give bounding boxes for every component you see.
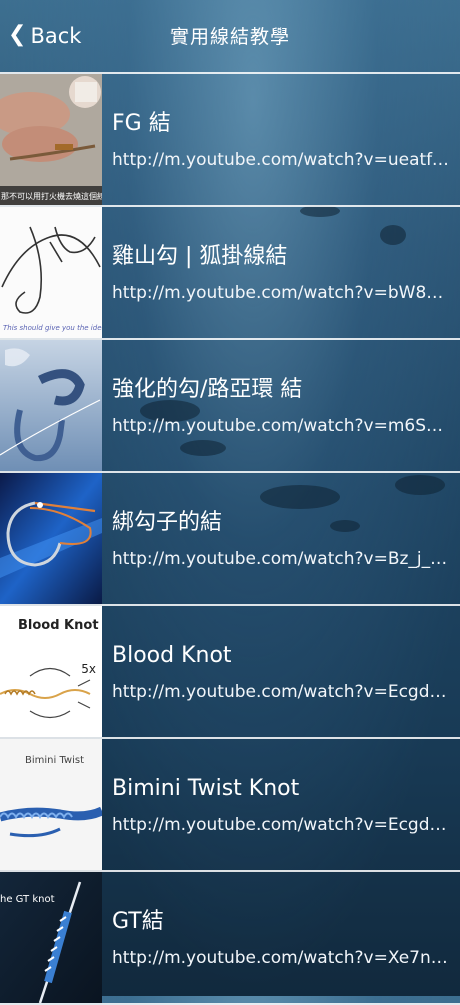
item-title: GT結: [112, 908, 164, 934]
thumbnail-caption: Bimini Twist: [25, 755, 84, 766]
back-label: Back: [30, 24, 82, 48]
item-title: FG 結: [112, 110, 171, 136]
item-title: Bimini Twist Knot: [112, 775, 300, 801]
item-url: http://m.youtube.com/watch?v=EcgdAS...: [112, 814, 460, 835]
item-url: http://m.youtube.com/watch?v=Bz_j_DD...: [112, 548, 460, 569]
back-button[interactable]: ❮ Back: [8, 18, 81, 54]
item-title: 雞山勾 | 狐掛線結: [112, 243, 288, 269]
thumbnail-caption: This should give you the idea.: [3, 324, 102, 332]
item-url: http://m.youtube.com/watch?v=m6SvM...: [112, 415, 460, 436]
thumbnail-badge: 5x: [81, 662, 96, 676]
video-thumbnail: This should give you the idea.: [0, 207, 102, 338]
video-thumbnail: he GT knot: [0, 872, 102, 1003]
chevron-left-icon: ❮: [8, 22, 27, 47]
item-url: http://m.youtube.com/watch?v=EcgdAS...: [112, 681, 460, 702]
list-item[interactable]: 那不可以用打火機去燒這個線 FG 結 http://m.youtube.com/…: [0, 72, 460, 207]
video-thumbnail: 那不可以用打火機去燒這個線: [0, 74, 102, 205]
thumbnail-caption: he GT knot: [0, 894, 55, 905]
list-item[interactable]: 綁勾子的結 http://m.youtube.com/watch?v=Bz_j_…: [0, 473, 460, 606]
item-title: 強化的勾/路亞環 結: [112, 376, 303, 402]
thumbnail-caption: Blood Knot: [18, 618, 99, 633]
list-item[interactable]: 強化的勾/路亞環 結 http://m.youtube.com/watch?v=…: [0, 340, 460, 473]
list-item[interactable]: Blood Knot 5x Blood Knot http://m.youtub…: [0, 606, 460, 739]
video-thumbnail: [0, 473, 102, 604]
page-title: 實用線結教學: [169, 25, 290, 48]
list-item[interactable]: he GT knot GT結 http://m.youtube.com/watc…: [0, 872, 460, 1005]
item-url: http://m.youtube.com/watch?v=Xe7nG9...: [112, 947, 460, 968]
thumbnail-caption: 那不可以用打火機去燒這個線: [1, 192, 102, 201]
item-url: http://m.youtube.com/watch?v=ueatfyzi...: [112, 149, 460, 170]
video-thumbnail: Blood Knot 5x: [0, 606, 102, 737]
nav-bar: ❮ Back 實用線結教學: [0, 0, 460, 70]
video-thumbnail: Bimini Twist: [0, 739, 102, 870]
knot-video-list: 那不可以用打火機去燒這個線 FG 結 http://m.youtube.com/…: [0, 72, 460, 1005]
item-title: 綁勾子的結: [112, 509, 223, 535]
video-thumbnail: [0, 340, 102, 471]
item-url: http://m.youtube.com/watch?v=bW8Eye...: [112, 282, 460, 303]
list-item[interactable]: This should give you the idea. 雞山勾 | 狐掛線…: [0, 207, 460, 340]
item-title: Blood Knot: [112, 642, 232, 668]
list-item[interactable]: Bimini Twist Bimini Twist Knot http://m.…: [0, 739, 460, 872]
